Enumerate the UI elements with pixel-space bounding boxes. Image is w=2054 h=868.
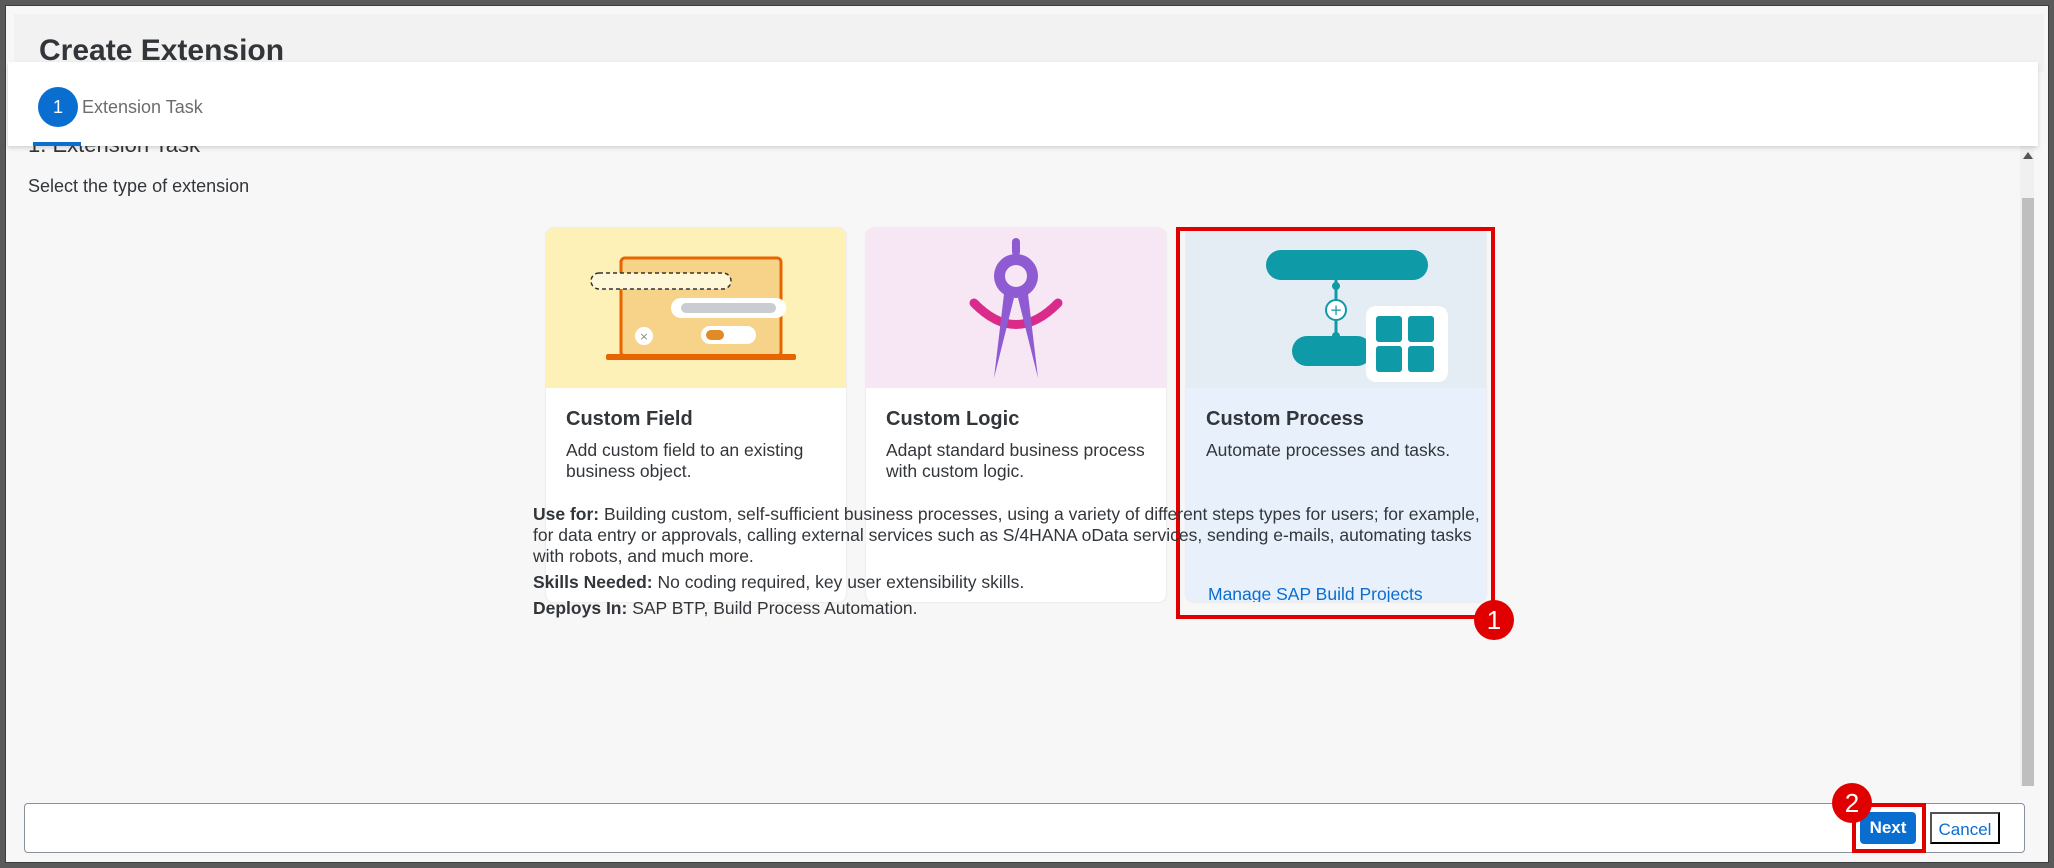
info-use-for-text: Building custom, self-sufficient busines… [533, 504, 1480, 566]
section-heading: 1. Extension Task [28, 146, 200, 158]
info-use-for: Use for: Building custom, self-sufficien… [533, 504, 1493, 567]
info-skills-text: No coding required, key user extensibili… [652, 572, 1025, 592]
svg-text:+: + [1330, 301, 1343, 319]
annotation-marker-1: 1 [1474, 600, 1514, 640]
wizard-content: 1. Extension Task Select the type of ext… [8, 146, 2018, 786]
info-skills: Skills Needed: No coding required, key u… [533, 572, 1493, 593]
cancel-button[interactable]: Cancel [1930, 812, 2000, 844]
process-flow-illustration: + [1186, 228, 1486, 388]
info-skills-label: Skills Needed: [533, 572, 653, 592]
dialog-footer [24, 803, 2025, 853]
laptop-form-illustration: × [546, 228, 846, 388]
scrollbar-thumb[interactable] [2022, 198, 2034, 786]
annotation-marker-2: 2 [1832, 783, 1872, 823]
wizard-progress-bar: 1 Extension Task [8, 62, 2038, 146]
tile-title: Custom Field [566, 408, 693, 430]
tile-description: Automate processes and tasks. [1206, 440, 1451, 460]
tile-title: Custom Process [1206, 408, 1364, 430]
info-deploys-label: Deploys In: [533, 598, 628, 618]
wizard-step-label[interactable]: Extension Task [82, 97, 203, 118]
instruction-text: Select the type of extension [28, 176, 250, 196]
scroll-up-arrow-icon[interactable] [2023, 152, 2033, 159]
info-use-for-label: Use for: [533, 504, 600, 524]
next-button[interactable]: Next [1860, 812, 1916, 844]
tile-description: Adapt standard business process with cus… [886, 440, 1145, 481]
drawing-compass-illustration [866, 228, 1166, 388]
info-deploys: Deploys In: SAP BTP, Build Process Autom… [533, 598, 1493, 619]
svg-text:×: × [639, 330, 648, 343]
tile-title: Custom Logic [886, 408, 1020, 430]
extension-info: Use for: Building custom, self-sufficien… [533, 504, 1493, 624]
tile-description: Add custom field to an existing business… [566, 440, 804, 481]
wizard-step-indicator [33, 142, 81, 146]
info-deploys-text: SAP BTP, Build Process Automation. [627, 598, 918, 618]
wizard-step-1[interactable]: 1 [38, 87, 78, 127]
